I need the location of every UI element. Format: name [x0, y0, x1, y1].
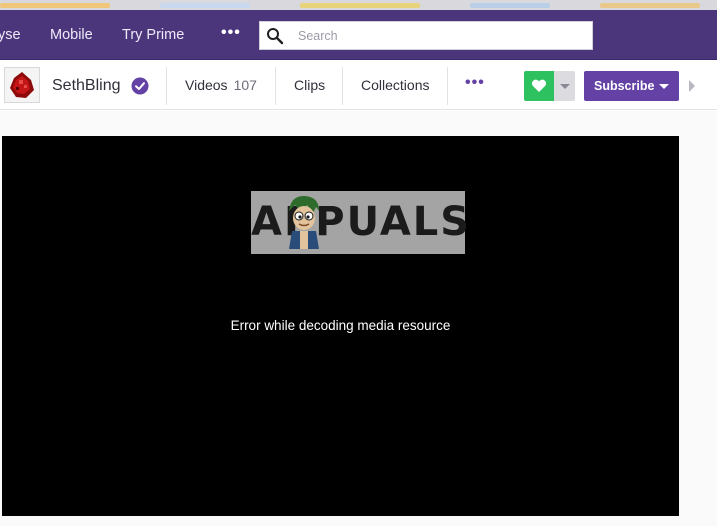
- channel-name[interactable]: SethBling: [52, 61, 121, 110]
- tab-divider: [447, 67, 448, 105]
- tab-divider: [166, 67, 167, 105]
- media-error-message: Error while decoding media resource: [230, 318, 451, 333]
- strip-segment: [160, 3, 250, 8]
- follow-options-dropdown[interactable]: [554, 71, 575, 101]
- top-navigation: yse Mobile Try Prime •••: [0, 10, 717, 60]
- chevron-down-icon: [560, 84, 570, 89]
- nav-link-browse[interactable]: yse: [0, 10, 21, 60]
- scroll-right-arrow-icon[interactable]: [689, 80, 695, 92]
- strip-segment: [300, 3, 420, 8]
- search-icon: [267, 28, 284, 45]
- browser-tab-strip: [0, 0, 717, 10]
- subscribe-button[interactable]: Subscribe: [584, 71, 679, 101]
- strip-segment: [0, 3, 110, 8]
- tab-clips[interactable]: Clips: [294, 61, 325, 110]
- strip-segment: [600, 3, 700, 8]
- strip-segment: [470, 3, 550, 8]
- tab-videos-label: Videos: [185, 77, 228, 93]
- search-box[interactable]: [259, 21, 593, 50]
- nav-link-try-prime[interactable]: Try Prime: [122, 10, 184, 60]
- search-input[interactable]: [298, 26, 578, 46]
- tab-divider: [342, 67, 343, 105]
- redstone-avatar-icon: [10, 72, 34, 98]
- channel-avatar[interactable]: [4, 67, 40, 103]
- heart-icon: [531, 79, 547, 92]
- subscribe-label: Subscribe: [594, 79, 655, 93]
- tab-videos-count: 107: [233, 77, 257, 93]
- follow-button[interactable]: [524, 71, 554, 101]
- nav-more-button[interactable]: •••: [221, 10, 241, 60]
- tab-collections[interactable]: Collections: [361, 61, 429, 110]
- tab-divider: [275, 67, 276, 105]
- channel-more-button[interactable]: •••: [465, 61, 485, 110]
- tab-videos[interactable]: Videos 107: [185, 61, 257, 110]
- mascot-logo-icon: [289, 195, 319, 249]
- chevron-down-icon: [659, 84, 669, 89]
- verified-badge-icon: [131, 77, 149, 95]
- appuals-watermark: APPUALS: [251, 191, 469, 254]
- nav-link-mobile[interactable]: Mobile: [50, 10, 93, 60]
